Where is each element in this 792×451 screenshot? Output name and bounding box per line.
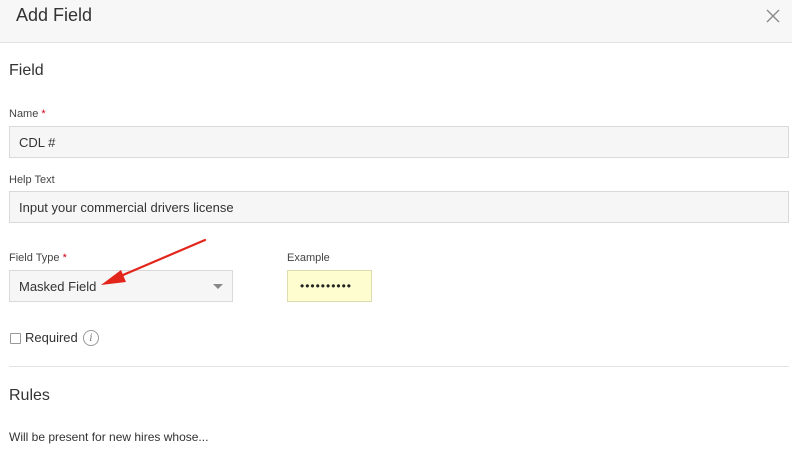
example-preview-value: •••••••••• — [300, 279, 353, 293]
modal-title: Add Field — [16, 5, 93, 25]
rules-description: Will be present for new hires whose... — [9, 430, 209, 444]
name-input[interactable]: CDL # — [9, 126, 789, 158]
required-mark: * — [62, 252, 67, 264]
example-preview: •••••••••• — [287, 270, 372, 302]
field-type-label: Field Type * — [9, 252, 67, 264]
help-text-input-value: Input your commercial drivers license — [19, 199, 234, 215]
info-icon[interactable]: i — [83, 330, 99, 346]
field-type-label-text: Field Type — [9, 252, 60, 264]
help-text-input[interactable]: Input your commercial drivers license — [9, 191, 789, 223]
chevron-down-icon — [213, 284, 223, 289]
required-checkbox[interactable] — [10, 333, 21, 344]
name-label: Name * — [9, 108, 46, 120]
section-divider — [9, 366, 789, 367]
name-label-text: Name — [9, 108, 39, 120]
required-label[interactable]: Required — [25, 330, 78, 345]
modal-header: Add Field — [0, 0, 792, 43]
annotation-arrow — [101, 238, 207, 285]
close-button[interactable] — [760, 3, 786, 29]
section-title-field: Field — [9, 62, 44, 79]
field-type-select[interactable]: Masked Field — [9, 270, 233, 302]
field-type-selected: Masked Field — [19, 278, 97, 294]
required-mark: * — [41, 108, 46, 120]
example-label: Example — [287, 252, 330, 264]
help-text-label: Help Text — [9, 174, 55, 186]
name-input-value: CDL # — [19, 134, 56, 150]
close-icon — [766, 9, 780, 23]
section-title-rules: Rules — [9, 387, 50, 404]
